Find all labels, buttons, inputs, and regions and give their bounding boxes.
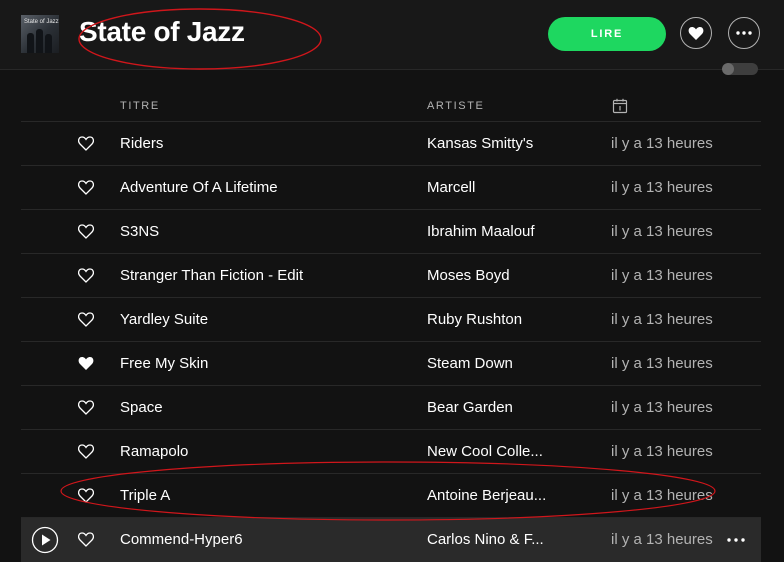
playlist-header: State of Jazz State of Jazz LIRE [0,0,784,70]
track-added-date: il y a 13 heures [611,487,713,504]
playlist-cover-image[interactable]: State of Jazz [21,15,59,53]
track-added-date: il y a 13 heures [611,355,713,372]
track-artist[interactable]: Marcell [427,179,597,196]
heart-icon[interactable] [78,268,94,283]
more-icon[interactable] [721,530,751,550]
heart-icon[interactable] [78,224,94,239]
column-header-title[interactable]: TITRE [120,100,160,112]
track-artist[interactable]: Antoine Berjeau... [427,487,597,504]
track-added-date: il y a 13 heures [611,223,713,240]
track-row[interactable]: Stranger Than Fiction - Edit Moses Boyd … [21,254,761,298]
heart-icon[interactable] [78,532,94,547]
track-row[interactable]: Adventure Of A Lifetime Marcell il y a 1… [21,166,761,210]
track-artist[interactable]: Steam Down [427,355,597,372]
heart-icon[interactable] [78,180,94,195]
track-title: S3NS [120,223,160,240]
track-list: Riders Kansas Smitty's il y a 13 heures … [21,122,761,562]
track-added-date: il y a 13 heures [611,311,713,328]
track-row[interactable]: S3NS Ibrahim Maalouf il y a 13 heures [21,210,761,254]
track-row[interactable]: Triple A Antoine Berjeau... il y a 13 he… [21,474,761,518]
more-options-button[interactable] [728,17,760,49]
play-icon[interactable] [31,526,59,554]
track-added-date: il y a 13 heures [611,135,713,152]
calendar-icon[interactable] [612,98,628,114]
cover-figure [45,34,52,53]
track-row[interactable]: Free My Skin Steam Down il y a 13 heures [21,342,761,386]
heart-icon[interactable] [78,488,94,503]
track-artist[interactable]: Bear Garden [427,399,597,416]
play-button[interactable]: LIRE [548,17,666,51]
track-title: Commend-Hyper6 [120,531,243,548]
toggle-knob [722,63,734,75]
save-to-library-button[interactable] [680,17,712,49]
heart-icon[interactable] [78,312,94,327]
track-added-date: il y a 13 heures [611,399,713,416]
track-row[interactable]: Ramapolo New Cool Colle... il y a 13 heu… [21,430,761,474]
track-added-date: il y a 13 heures [611,443,713,460]
cover-figure [36,29,43,53]
heart-icon [688,26,704,40]
track-added-date: il y a 13 heures [611,267,713,284]
track-title: Yardley Suite [120,311,209,328]
track-artist[interactable]: Ruby Rushton [427,311,597,328]
track-artist[interactable]: Carlos Nino & F... [427,531,597,548]
cover-title-text: State of Jazz [24,19,59,25]
track-row[interactable]: Commend-Hyper6 Carlos Nino & F... il y a… [21,518,761,562]
track-title: Ramapolo [120,443,189,460]
column-header-artist[interactable]: ARTISTE [427,100,484,112]
downloaded-toggle[interactable] [722,63,758,75]
heart-icon[interactable] [78,356,94,371]
track-row[interactable]: Yardley Suite Ruby Rushton il y a 13 heu… [21,298,761,342]
cover-figure [27,33,34,53]
track-title: Stranger Than Fiction - Edit [120,267,304,284]
heart-icon[interactable] [78,400,94,415]
track-artist[interactable]: Moses Boyd [427,267,597,284]
heart-icon[interactable] [78,444,94,459]
track-row[interactable]: Riders Kansas Smitty's il y a 13 heures [21,122,761,166]
heart-icon[interactable] [78,136,94,151]
track-title: Space [120,399,163,416]
track-title: Free My Skin [120,355,209,372]
track-artist[interactable]: New Cool Colle... [427,443,597,460]
track-artist[interactable]: Kansas Smitty's [427,135,597,152]
track-added-date: il y a 13 heures [611,179,713,196]
track-row[interactable]: Space Bear Garden il y a 13 heures [21,386,761,430]
track-title: Adventure Of A Lifetime [120,179,278,196]
track-title: Triple A [120,487,171,504]
track-title: Riders [120,135,164,152]
track-artist[interactable]: Ibrahim Maalouf [427,223,597,240]
playlist-title: State of Jazz [79,16,245,47]
more-icon [736,31,752,35]
